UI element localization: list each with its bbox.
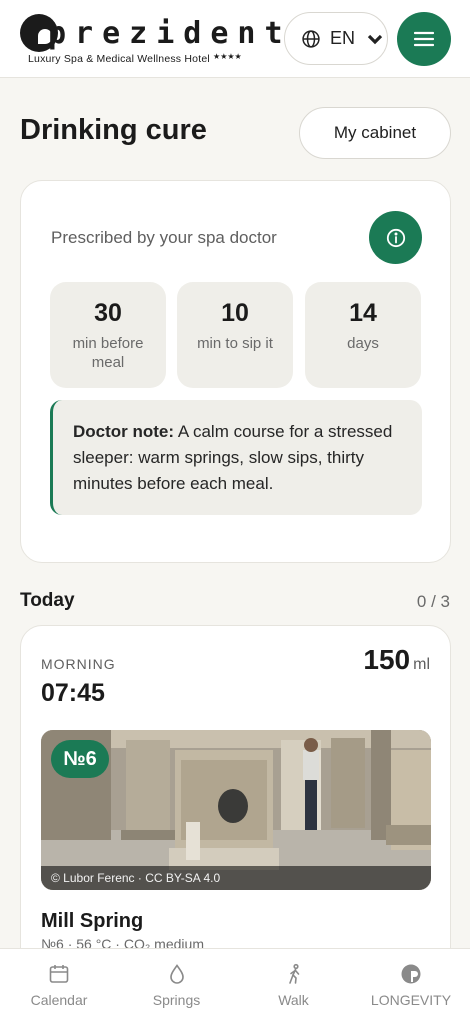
hotel-logo[interactable]: prezident Luxury Spa & Medical Wellness … [20,14,283,66]
stat-unit: days [347,335,379,352]
stat-unit: min to sip it [197,335,273,352]
nav-label: Springs [152,992,201,1008]
header: prezident Luxury Spa & Medical Wellness … [0,0,470,78]
dose-amount-unit: ml [413,656,430,673]
nav-item-longevity[interactable]: LONGEVITY [352,949,470,1017]
dose-amount-value: 150 [363,644,411,675]
nav-item-calendar[interactable]: Calendar [0,949,118,1017]
my-cabinet-button[interactable]: My cabinet [299,107,451,159]
stat-value: 10 [221,299,249,327]
nav-item-springs[interactable]: Springs [118,949,235,1017]
drop-icon [169,964,184,984]
calendar-icon [49,965,69,983]
nav-item-walk[interactable]: Walk [235,949,352,1017]
stat-unit: min before meal [72,335,144,371]
nav-label: LONGEVITY [370,992,452,1008]
spring-number-badge: №6 [51,740,109,778]
today-progress-count: 0 / 3 [416,592,450,611]
info-button[interactable] [369,211,422,264]
stat-sip-duration: 10 min to sip it [177,282,293,388]
logo-subtitle-text: Luxury Spa & Medical Wellness Hotel [28,53,210,65]
spring-photo[interactable]: №6 © Lubor Ferenc · CC BY-SA 4.0 [41,730,431,890]
page-title: Drinking cure [20,114,207,146]
stat-value: 14 [349,299,377,327]
logo-subtitle: Luxury Spa & Medical Wellness Hotel ★★★★ [28,52,242,65]
hamburger-menu-icon [414,31,434,47]
stat-days: 14 days [305,282,421,388]
doctor-note-label: Doctor note: [73,422,175,441]
today-heading: Today [20,590,75,611]
dose-card-morning[interactable]: MORNING 07:45 150 ml №6 © Lubor Ferenc ·… [20,625,451,985]
bottom-navigation: Calendar Springs Walk LONGEVITY [0,948,470,1017]
stat-before-meal: 30 min before meal [50,282,166,388]
spring-name: Mill Spring [41,910,144,932]
language-label: EN [330,28,356,48]
nav-label: Walk [278,992,309,1008]
dose-amount: 150 ml [363,644,430,676]
globe-icon [302,29,320,48]
stat-value: 30 [94,299,122,327]
nav-label: Calendar [30,992,88,1008]
logo-stars: ★★★★ [213,52,242,61]
logo-word: prezident [48,16,292,51]
menu-button[interactable] [397,12,451,66]
chevron-down-icon [367,34,383,44]
photo-credit: © Lubor Ferenc · CC BY-SA 4.0 [41,866,431,890]
walker-icon [288,963,299,984]
doctor-note: Doctor note: A calm course for a stresse… [50,400,422,515]
info-icon [386,228,405,247]
dose-time: 07:45 [41,679,105,707]
language-selector[interactable]: EN [284,12,388,65]
prescription-label: Prescribed by your spa doctor [51,228,277,247]
longevity-icon [401,964,421,984]
prescription-card: Prescribed by your spa doctor 30 min bef… [20,180,451,563]
dose-period: MORNING [41,656,116,672]
